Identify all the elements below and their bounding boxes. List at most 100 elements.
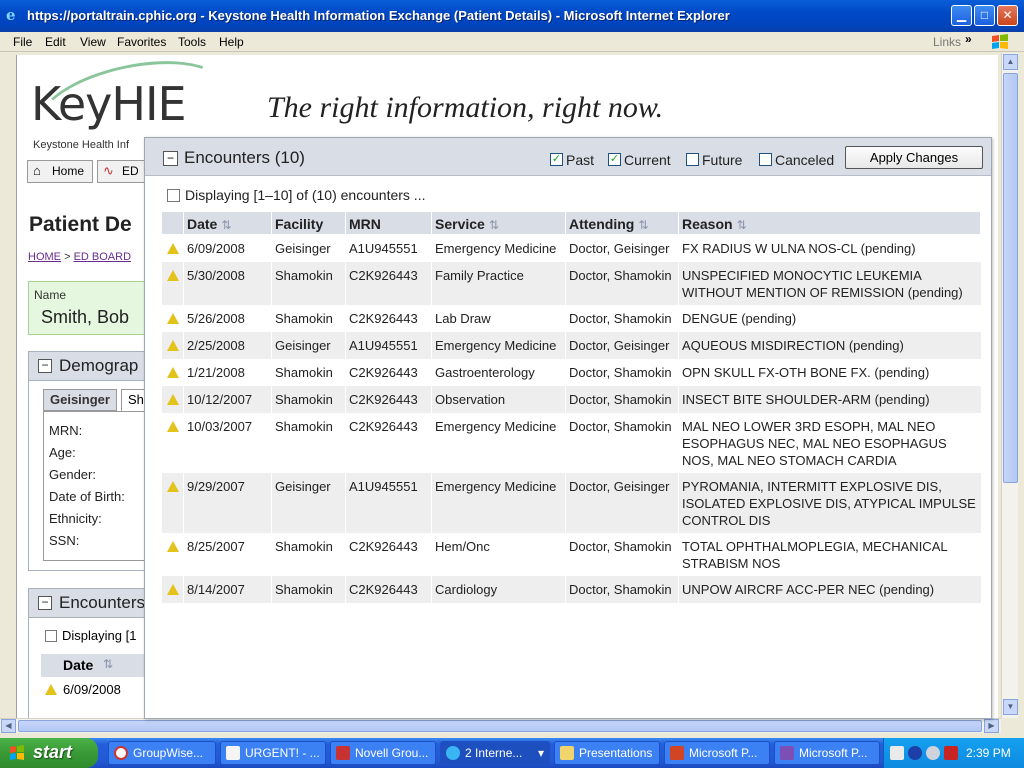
sort-icon[interactable]: ⇅	[489, 218, 499, 232]
table-row[interactable]: 2/25/2008 Geisinger A1U945551 Emergency Med…	[161, 332, 981, 359]
past-checkbox[interactable]: ✓	[550, 153, 563, 166]
breadcrumb-ed-board[interactable]: ED BOARD	[74, 251, 131, 263]
close-button[interactable]: ✕	[997, 5, 1018, 26]
table-row[interactable]: 10/03/2007 Shamokin C2K926443 Emergency Med…	[161, 413, 981, 473]
table-row[interactable]: 8/14/2007 Shamokin C2K926443 Cardiology Doct…	[161, 576, 981, 603]
col-service[interactable]: Service ⇅	[431, 211, 566, 235]
table-row[interactable]: 10/12/2007 Shamokin C2K926443 Observation Do…	[161, 386, 981, 413]
collapse-icon[interactable]: −	[38, 596, 52, 610]
menu-view[interactable]: View	[80, 35, 106, 49]
scroll-right-arrow-icon[interactable]: ▶	[984, 719, 999, 733]
sort-icon[interactable]: ⇅	[221, 218, 231, 232]
scroll-thumb[interactable]	[18, 720, 982, 732]
cell-service: Cardiology	[431, 576, 566, 603]
taskbar-item-presentations[interactable]: Presentations	[554, 741, 660, 765]
col-reason[interactable]: Reason ⇅	[678, 211, 981, 235]
windows-flag-icon	[992, 34, 1008, 49]
table-row[interactable]: 8/25/2007 Shamokin C2K926443 Hem/Onc Doctor,…	[161, 533, 981, 576]
current-label: Current	[624, 152, 671, 168]
cell-date: 1/21/2008	[183, 359, 272, 386]
table-row[interactable]: 6/09/2008 Geisinger A1U945551 Emergency Med…	[161, 234, 981, 262]
horizontal-scrollbar[interactable]: ◀ ▶	[0, 718, 1001, 733]
display-icon	[45, 630, 57, 642]
cell-date: 9/29/2007	[183, 473, 272, 533]
taskbar-item-internet-explorer[interactable]: 2 Interne... ▾	[440, 741, 550, 765]
col-attending[interactable]: Attending ⇅	[565, 211, 679, 235]
collapse-icon[interactable]: −	[38, 359, 52, 373]
clock[interactable]: 2:39 PM	[966, 746, 1011, 760]
start-button[interactable]: start	[0, 738, 98, 768]
cell-attending: Doctor, Shamokin	[565, 386, 679, 413]
dropdown-arrow-icon[interactable]: ▾	[538, 742, 544, 764]
encounter-date[interactable]: 6/09/2008	[63, 682, 121, 697]
warning-icon	[167, 367, 179, 378]
ie-icon	[446, 746, 460, 760]
table-row[interactable]: 1/21/2008 Shamokin C2K926443 Gastroenterolo…	[161, 359, 981, 386]
taskbar-item-project[interactable]: Microsoft P...	[774, 741, 880, 765]
sort-icon[interactable]: ⇅	[638, 218, 648, 232]
cell-mrn: C2K926443	[345, 533, 432, 576]
sort-icon[interactable]: ⇅	[737, 218, 747, 232]
cell-date: 8/25/2007	[183, 533, 272, 576]
taskbar-item-urgent[interactable]: URGENT! - ...	[220, 741, 326, 765]
ssn-label: SSN:	[49, 533, 80, 548]
table-row[interactable]: 5/26/2008 Shamokin C2K926443 Lab Draw Doctor…	[161, 305, 981, 332]
warning-icon	[167, 541, 179, 552]
cell-attending: Doctor, Geisinger	[565, 332, 679, 359]
sort-icon[interactable]: ⇅	[103, 657, 113, 671]
cell-mrn: C2K926443	[345, 305, 432, 332]
future-checkbox[interactable]	[686, 153, 699, 166]
links-bar[interactable]: Links	[933, 35, 961, 49]
title-bar[interactable]: e https://portaltrain.cphic.org - Keysto…	[0, 0, 1024, 32]
menu-favorites[interactable]: Favorites	[117, 35, 166, 49]
apply-changes-button[interactable]: Apply Changes	[845, 146, 983, 169]
menu-edit[interactable]: Edit	[45, 35, 66, 49]
canceled-checkbox[interactable]	[759, 153, 772, 166]
cell-reason: PYROMANIA, INTERMITT EXPLOSIVE DIS, ISOL…	[678, 473, 981, 533]
current-checkbox[interactable]: ✓	[608, 153, 621, 166]
cell-attending: Doctor, Shamokin	[565, 533, 679, 576]
volume-icon[interactable]	[926, 746, 940, 760]
encounters-modal: − Encounters (10) ✓ Past ✓ Current Futur…	[144, 137, 992, 719]
age-label: Age:	[49, 445, 76, 460]
warning-icon	[167, 243, 179, 254]
vertical-scrollbar[interactable]: ▲ ▼	[1001, 53, 1018, 718]
chevron-icon[interactable]: »	[965, 32, 972, 46]
folder-icon	[560, 746, 574, 760]
col-facility: Facility	[271, 211, 346, 235]
taskbar-item-groupwise[interactable]: GroupWise...	[108, 741, 216, 765]
keyhie-logo[interactable]: KeyHIE	[31, 77, 187, 131]
cell-facility: Geisinger	[271, 473, 346, 533]
scroll-thumb[interactable]	[1003, 73, 1018, 483]
warning-icon	[167, 481, 179, 492]
cell-service: Lab Draw	[431, 305, 566, 332]
groupwise-icon	[114, 746, 128, 760]
cell-attending: Doctor, Shamokin	[565, 262, 679, 305]
col-date[interactable]: Date ⇅	[183, 211, 272, 235]
table-row[interactable]: 5/30/2008 Shamokin C2K926443 Family Practic…	[161, 262, 981, 305]
breadcrumb-home[interactable]: HOME	[28, 251, 61, 263]
menu-help[interactable]: Help	[219, 35, 244, 49]
scroll-up-arrow-icon[interactable]: ▲	[1003, 54, 1018, 70]
network-icon[interactable]	[908, 746, 922, 760]
menu-file[interactable]: File	[13, 35, 32, 49]
cell-attending: Doctor, Shamokin	[565, 413, 679, 473]
taskbar-item-powerpoint[interactable]: Microsoft P...	[664, 741, 770, 765]
maximize-button[interactable]: □	[974, 5, 995, 26]
taskbar-item-novell[interactable]: Novell Grou...	[330, 741, 436, 765]
cell-facility: Shamokin	[271, 359, 346, 386]
table-row[interactable]: 9/29/2007 Geisinger A1U945551 Emergency Med…	[161, 473, 981, 533]
scroll-down-arrow-icon[interactable]: ▼	[1003, 699, 1018, 715]
collapse-icon[interactable]: −	[163, 151, 178, 166]
cell-mrn: C2K926443	[345, 262, 432, 305]
minimize-button[interactable]: ▁	[951, 5, 972, 26]
novell-tray-icon[interactable]	[944, 746, 958, 760]
dob-label: Date of Birth:	[49, 489, 125, 504]
home-button[interactable]: ⌂ Home	[27, 160, 93, 183]
system-tray: 2:39 PM	[883, 738, 1024, 768]
tray-arrow-icon[interactable]	[890, 746, 904, 760]
tab-geisinger[interactable]: Geisinger	[43, 389, 117, 411]
scroll-left-arrow-icon[interactable]: ◀	[1, 719, 16, 733]
ie-icon: e	[6, 6, 16, 24]
menu-tools[interactable]: Tools	[178, 35, 206, 49]
